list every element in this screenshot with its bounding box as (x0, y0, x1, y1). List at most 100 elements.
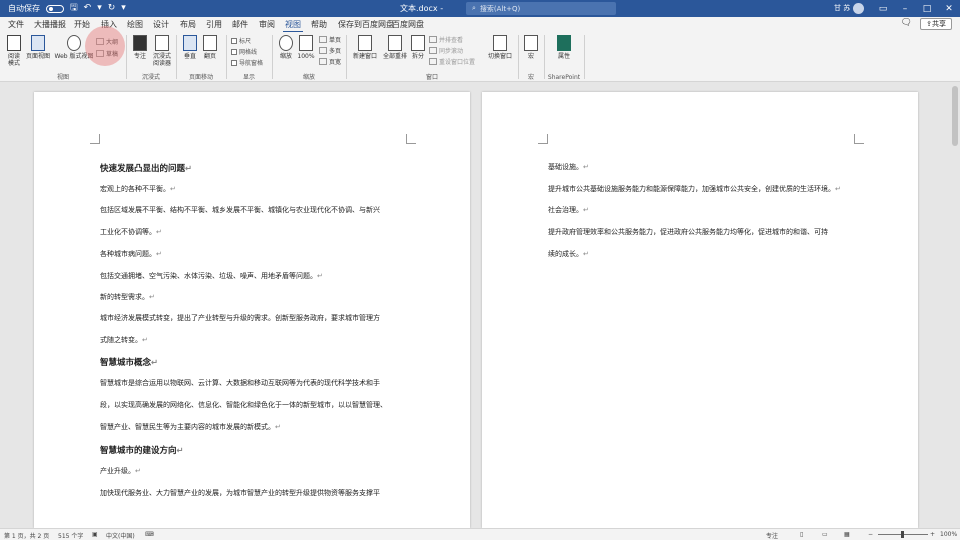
arrange-all-button[interactable]: 全部重排 (381, 35, 409, 60)
heading[interactable]: 智慧城市概念↵ (100, 356, 158, 368)
paragraph[interactable]: 新的转型需求。↵ (100, 292, 155, 302)
print-layout-button[interactable]: 页面视图 (25, 35, 51, 60)
paragraph[interactable]: 式随之转变。↵ (100, 335, 148, 345)
zoom-button[interactable]: 缩放 (277, 35, 295, 60)
paragraph[interactable]: 智慧产业、智慧民生等为主要内容的城市发展的新模式。↵ (100, 422, 281, 432)
tab-mailings[interactable]: 邮件 (232, 19, 248, 30)
properties-button[interactable]: 属性 (555, 35, 573, 60)
paragraph-text: 提升政府管理效率和公共服务能力，促进政府公共服务能力均等化，促进城市的和谐、可持 (548, 228, 828, 236)
immersive-reader-button[interactable]: 沉浸式 阅读器 (149, 35, 175, 67)
accessibility-icon[interactable]: ⌨ (145, 531, 154, 538)
tab-broadcast[interactable]: 大播播报 (34, 19, 66, 30)
tab-references[interactable]: 引用 (206, 19, 222, 30)
customize-qat-icon[interactable]: ▾ (121, 4, 126, 13)
undo-icon[interactable]: ↶ (84, 4, 92, 13)
gridlines-checkbox[interactable]: 网格线 (231, 47, 257, 56)
macros-button[interactable]: 宏 (522, 35, 540, 60)
side-to-side-button[interactable]: 翻页 (201, 35, 219, 60)
tab-review[interactable]: 审阅 (259, 19, 275, 30)
tab-layout[interactable]: 布局 (180, 19, 196, 30)
vertical-scrollbar[interactable] (950, 82, 960, 528)
save-icon[interactable]: 🖫 (70, 4, 78, 13)
maximize-icon[interactable]: □ (916, 4, 938, 14)
zoom-out-icon[interactable]: − (868, 531, 873, 538)
page-width-button[interactable]: 页宽 (319, 57, 341, 66)
minimize-icon[interactable]: – (894, 4, 916, 14)
heading[interactable]: 智慧城市的建设方向↵ (100, 444, 184, 456)
paragraph[interactable]: 智慧城市是综合运用以物联网、云计算、大数据和移动互联网等为代表的现代科学技术和手 (100, 378, 380, 388)
tab-help[interactable]: 帮助 (311, 19, 327, 30)
multi-page-button[interactable]: 多页 (319, 46, 341, 55)
document-title: 文本.docx - (400, 4, 444, 13)
paragraph[interactable]: 各种城市病问题。↵ (100, 249, 162, 259)
print-layout-icon[interactable]: ▭ (822, 531, 828, 538)
close-icon[interactable]: ✕ (938, 4, 960, 14)
paragraph[interactable]: 工业化不协调等。↵ (100, 227, 162, 237)
zoom-level[interactable]: 100% (940, 531, 957, 538)
user-name[interactable]: 甘 苏 (834, 3, 850, 13)
paragraph[interactable]: 社会治理。↵ (548, 205, 589, 215)
paragraph[interactable]: 包括交通拥堵、空气污染、水体污染、垃圾、噪声、用地矛盾等问题。↵ (100, 271, 323, 281)
zoom-slider-thumb[interactable] (901, 531, 904, 538)
tab-design[interactable]: 设计 (153, 19, 169, 30)
sync-scroll-button[interactable]: 同步滚动 (429, 46, 463, 55)
one-page-label: 单页 (329, 37, 342, 44)
reset-window-button[interactable]: 重设窗口位置 (429, 57, 475, 66)
zoom-100-button[interactable]: 100% (296, 35, 316, 60)
page-1[interactable]: 快速发展凸显出的问题↵ 宏观上的各种不平衡。↵ 包括区域发展不平衡、结构不平衡、城乡… (34, 92, 470, 528)
one-page-button[interactable]: 单页 (319, 35, 341, 44)
paragraph-mark-icon: ↵ (583, 206, 589, 214)
language[interactable]: 中文(中国) (106, 531, 135, 540)
nav-pane-checkbox[interactable]: 导航窗格 (231, 58, 263, 67)
new-window-button[interactable]: 新建窗口 (351, 35, 379, 60)
tab-file[interactable]: 文件 (8, 19, 24, 30)
dropdown-icon[interactable]: ▾ (97, 4, 102, 13)
search-box[interactable]: ⌕ 搜索(Alt+Q) (466, 2, 616, 15)
ruler-checkbox[interactable]: 标尺 (231, 36, 251, 45)
split-button[interactable]: 拆分 (409, 35, 427, 60)
paragraph[interactable]: 产业升级。↵ (100, 466, 141, 476)
read-mode-icon[interactable]: ▯ (800, 531, 803, 538)
page-count[interactable]: 第 1 页，共 2 页 (4, 531, 49, 540)
word-count[interactable]: 515 个字 (58, 531, 83, 540)
tab-baidu-netdisk[interactable]: 百度网盘 (392, 19, 424, 30)
paragraph[interactable]: 城市经济发展模式转变，提出了产业转型与升级的需求。创新型服务政府，要求城市管理方 (100, 313, 380, 323)
redo-icon[interactable]: ↻ (108, 4, 116, 13)
heading[interactable]: 快速发展凸显出的问题↵ (100, 162, 192, 174)
paragraph[interactable]: 提升城市公共基础设施服务能力和能源保障能力，加强城市公共安全，创建优质的生活环境… (548, 184, 841, 194)
paragraph-mark-icon: ↵ (135, 467, 141, 475)
paragraph[interactable]: 宏观上的各种不平衡。↵ (100, 184, 176, 194)
focus-mode-button[interactable]: 专注 (766, 531, 778, 540)
switch-windows-button[interactable]: 切换窗口 (485, 35, 515, 60)
scrollbar-thumb[interactable] (952, 86, 958, 146)
focus-button[interactable]: 专注 (131, 35, 149, 60)
avatar[interactable] (853, 3, 864, 14)
paragraph[interactable]: 基础设施。↵ (548, 162, 589, 172)
vertical-button[interactable]: 垂直 (181, 35, 199, 60)
checkbox-icon (231, 48, 237, 55)
paragraph[interactable]: 加快现代服务业、大力智慧产业的发展，为城市智慧产业的转型升级提供物资等服务支撑平 (100, 488, 380, 498)
web-layout-icon[interactable]: ▦ (844, 531, 850, 538)
read-mode-button[interactable]: 阅读 模式 (4, 35, 24, 67)
comments-icon[interactable]: 🗨 (901, 18, 912, 28)
share-button[interactable]: ⇪ 共享 (920, 18, 952, 30)
arrange-all-label: 全部重排 (382, 53, 407, 60)
paragraph[interactable]: 续的成长。↵ (548, 249, 589, 259)
ribbon-display-icon[interactable]: ▭ (872, 4, 894, 14)
side-by-side-button[interactable]: 并排查看 (429, 35, 463, 44)
tab-home[interactable]: 开始 (74, 19, 90, 30)
ribbon-tabs: 文件 大播播报 开始 插入 绘图 设计 布局 引用 邮件 审阅 视图 帮助 保存… (0, 17, 960, 33)
reset-window-icon (429, 58, 437, 65)
paragraph[interactable]: 包括区域发展不平衡、结构不平衡、城乡发展不平衡、城镇化与农业现代化不协调、与新兴 (100, 205, 380, 215)
autosave-toggle[interactable] (46, 4, 64, 13)
zoom-in-icon[interactable]: + (930, 531, 935, 538)
tab-draw[interactable]: 绘图 (127, 19, 143, 30)
tab-view[interactable]: 视图 (283, 19, 303, 33)
paragraph[interactable]: 提升政府管理效率和公共服务能力，促进政府公共服务能力均等化，促进城市的和谐、可持 (548, 227, 828, 237)
tab-save-to-baidu[interactable]: 保存到百度网盘 (338, 19, 394, 30)
sync-scroll-icon (429, 47, 437, 54)
page-2[interactable]: 基础设施。↵ 提升城市公共基础设施服务能力和能源保障能力，加强城市公共安全，创建优… (482, 92, 918, 528)
proofing-icon[interactable]: ▣ (92, 531, 98, 538)
document-area[interactable]: 快速发展凸显出的问题↵ 宏观上的各种不平衡。↵ 包括区域发展不平衡、结构不平衡、城乡… (0, 82, 960, 528)
paragraph[interactable]: 段，以实现高确发展的网络化、信息化、智能化和绿色化于一体的新型城市，以以智慧管理… (100, 400, 387, 410)
